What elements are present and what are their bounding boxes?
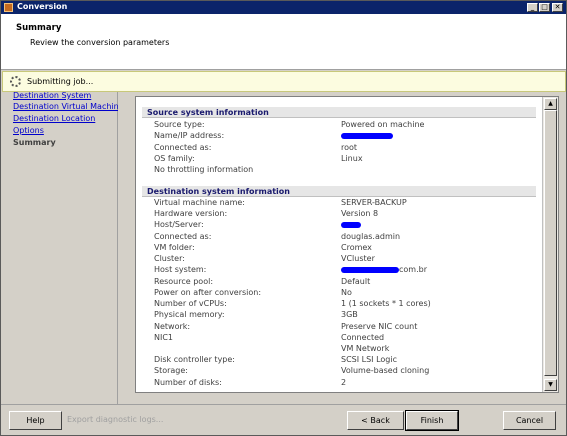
wizard-nav: Destination System Destination Virtual M…	[2, 91, 124, 404]
destination-row: Network: Preserve NIC count	[154, 322, 418, 331]
destination-row: Hardware version: Version 8	[154, 209, 379, 218]
redacted-value	[341, 220, 361, 229]
title-bar[interactable]: Conversion _ □ ✕	[1, 1, 566, 14]
maximize-button[interactable]: □	[539, 3, 550, 12]
finish-button[interactable]: Finish	[405, 410, 459, 431]
destination-row: VM folder: Cromex	[154, 243, 372, 252]
export-logs-link[interactable]: Export diagnostic logs...	[67, 415, 163, 424]
wizard-footer: Help Export diagnostic logs... < Back Fi…	[1, 404, 566, 435]
destination-row: Connected as: douglas.admin	[154, 232, 401, 241]
nav-destination-virtual-machine[interactable]: Destination Virtual Machine	[13, 102, 124, 111]
source-section-heading: Source system information	[142, 107, 536, 118]
destination-row: VM Network	[341, 344, 390, 353]
nav-destination-location[interactable]: Destination Location	[13, 114, 95, 123]
vertical-scrollbar[interactable]: ▲ ▼	[542, 97, 558, 392]
nav-options[interactable]: Options	[13, 126, 44, 135]
minimize-button[interactable]: _	[527, 3, 538, 12]
app-icon	[4, 3, 13, 12]
help-button[interactable]: Help	[9, 411, 62, 430]
conversion-window: Conversion _ □ ✕ Summary Review the conv…	[0, 0, 567, 436]
destination-row: Number of vCPUs: 1 (1 sockets * 1 cores)	[154, 299, 431, 308]
source-row: Name/IP address:	[154, 131, 534, 142]
close-button[interactable]: ✕	[552, 3, 563, 12]
page-subtitle: Review the conversion parameters	[30, 38, 170, 47]
summary-panel: Source system information Source type: P…	[135, 96, 559, 393]
destination-section-heading: Destination system information	[142, 186, 536, 197]
destination-row: Power on after conversion: No	[154, 288, 352, 297]
cancel-button[interactable]: Cancel	[503, 411, 556, 430]
status-bar: Submitting job...	[2, 71, 566, 92]
wizard-header: Summary Review the conversion parameters	[1, 14, 566, 70]
back-button[interactable]: < Back	[347, 411, 404, 430]
status-text: Submitting job...	[27, 77, 94, 86]
redacted-value	[341, 131, 393, 140]
page-title: Summary	[16, 23, 62, 33]
main-content: Source system information Source type: P…	[118, 92, 566, 404]
window-title: Conversion	[17, 2, 68, 11]
source-row: Connected as: root	[154, 143, 358, 152]
scroll-thumb[interactable]	[544, 110, 557, 376]
nav-destination-system[interactable]: Destination System	[13, 91, 91, 100]
destination-row: Resource pool: Default	[154, 277, 371, 286]
source-row: No throttling information	[154, 165, 254, 174]
destination-row: NIC1 Connected	[154, 333, 385, 342]
destination-row: Cluster: VCluster	[154, 254, 375, 263]
destination-row: Host/Server:	[154, 220, 534, 231]
scroll-up-icon[interactable]: ▲	[544, 98, 557, 110]
destination-row: Host system: com.br	[154, 265, 427, 274]
spinner-icon	[10, 76, 21, 87]
redacted-value	[341, 266, 399, 273]
source-row: OS family: Linux	[154, 154, 363, 163]
scroll-down-icon[interactable]: ▼	[544, 379, 557, 391]
destination-row: Storage: Volume-based cloning	[154, 366, 430, 375]
destination-row: Number of disks: 2	[154, 378, 347, 387]
destination-row: Virtual machine name: SERVER-BACKUP	[154, 198, 407, 207]
nav-summary: Summary	[13, 138, 56, 147]
destination-row: Physical memory: 3GB	[154, 310, 358, 319]
source-row: Source type: Powered on machine	[154, 120, 425, 129]
destination-row: Disk controller type: SCSI LSI Logic	[154, 355, 397, 364]
